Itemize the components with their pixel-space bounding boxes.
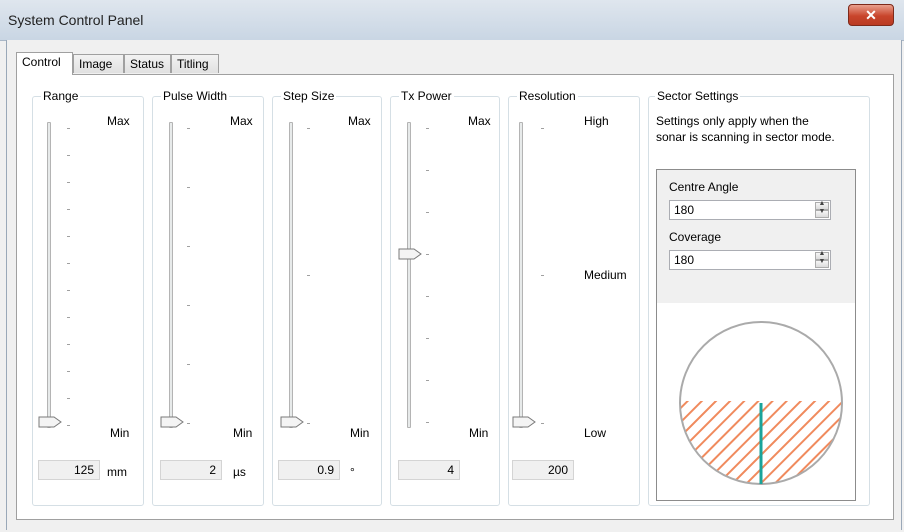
- resolution-low-label: Low: [584, 426, 607, 440]
- tx-power-max-label: Max: [468, 114, 491, 128]
- tx-power-value-field: 4: [398, 460, 460, 480]
- range-unit: mm: [107, 465, 127, 479]
- resolution-legend: Resolution: [517, 89, 578, 103]
- range-min-label: Min: [110, 426, 130, 440]
- spin-down-icon: ▼: [818, 208, 826, 215]
- tab-image[interactable]: Image: [73, 54, 124, 73]
- pulse-width-legend: Pulse Width: [161, 89, 230, 103]
- tx-power-slider-track[interactable]: [407, 122, 411, 428]
- resolution-group: Resolution: [508, 89, 640, 506]
- tab-control[interactable]: Control: [16, 52, 73, 75]
- pulse-width-value-field: 2: [160, 460, 222, 480]
- coverage-down-button[interactable]: ▼: [815, 258, 829, 268]
- step-size-slider-track[interactable]: [289, 122, 293, 428]
- range-value-field: 125: [38, 460, 100, 480]
- coverage-label: Coverage: [669, 230, 722, 244]
- range-slider-track[interactable]: [47, 122, 51, 428]
- centre-angle-spin-buttons: ▲ ▼: [815, 200, 829, 218]
- centre-angle-spinner[interactable]: 180 ▲ ▼: [669, 200, 831, 220]
- step-size-max-label: Max: [348, 114, 371, 128]
- resolution-slider-thumb[interactable]: [512, 416, 536, 428]
- resolution-high-label: High: [584, 114, 609, 128]
- pulse-width-min-label: Min: [233, 426, 253, 440]
- range-max-label: Max: [107, 114, 130, 128]
- coverage-spin-buttons: ▲ ▼: [815, 250, 829, 268]
- close-icon: ✕: [865, 7, 877, 23]
- sector-note-line-1: Settings only apply when the: [656, 114, 809, 128]
- pulse-width-max-label: Max: [230, 114, 253, 128]
- range-legend: Range: [41, 89, 81, 103]
- range-slider-thumb[interactable]: [38, 416, 62, 428]
- pulse-width-unit: µs: [233, 465, 246, 479]
- step-size-min-label: Min: [350, 426, 370, 440]
- resolution-medium-label: Medium: [584, 268, 627, 282]
- centre-angle-down-button[interactable]: ▼: [815, 208, 829, 218]
- pulse-width-slider-thumb[interactable]: [160, 416, 184, 428]
- sector-inputs-area: Centre Angle 180 ▲ ▼ Coverage 180 ▲ ▼: [657, 170, 855, 303]
- sector-settings-legend: Sector Settings: [655, 89, 741, 103]
- coverage-value: 180: [674, 253, 695, 267]
- spin-down-icon: ▼: [818, 258, 826, 265]
- sector-note-line-2: sonar is scanning in sector mode.: [656, 130, 835, 144]
- title-bar: System Control Panel ✕: [0, 0, 904, 41]
- centre-angle-label: Centre Angle: [669, 180, 739, 194]
- coverage-spinner[interactable]: 180 ▲ ▼: [669, 250, 831, 270]
- close-button[interactable]: ✕: [848, 4, 894, 26]
- resolution-slider-track[interactable]: [519, 122, 523, 428]
- window-title: System Control Panel: [8, 12, 144, 28]
- sector-diagram: [679, 321, 843, 485]
- centre-angle-value: 180: [674, 203, 695, 217]
- sector-settings-box: Centre Angle 180 ▲ ▼ Coverage 180 ▲ ▼: [656, 169, 856, 501]
- resolution-value-field: 200: [512, 460, 574, 480]
- tx-power-min-label: Min: [469, 426, 489, 440]
- pulse-width-slider-track[interactable]: [169, 122, 173, 428]
- tx-power-legend: Tx Power: [399, 89, 454, 103]
- step-size-legend: Step Size: [281, 89, 337, 103]
- tab-status[interactable]: Status: [124, 54, 171, 73]
- step-size-slider-thumb[interactable]: [280, 416, 304, 428]
- system-control-panel-window: System Control Panel ✕ Control Image Sta…: [0, 0, 904, 532]
- spin-up-icon: ▲: [818, 250, 826, 257]
- tab-titling[interactable]: Titling: [171, 54, 219, 73]
- step-size-value-field: 0.9: [278, 460, 340, 480]
- step-size-unit: °: [350, 465, 355, 479]
- tx-power-slider-thumb[interactable]: [398, 248, 422, 260]
- spin-up-icon: ▲: [818, 200, 826, 207]
